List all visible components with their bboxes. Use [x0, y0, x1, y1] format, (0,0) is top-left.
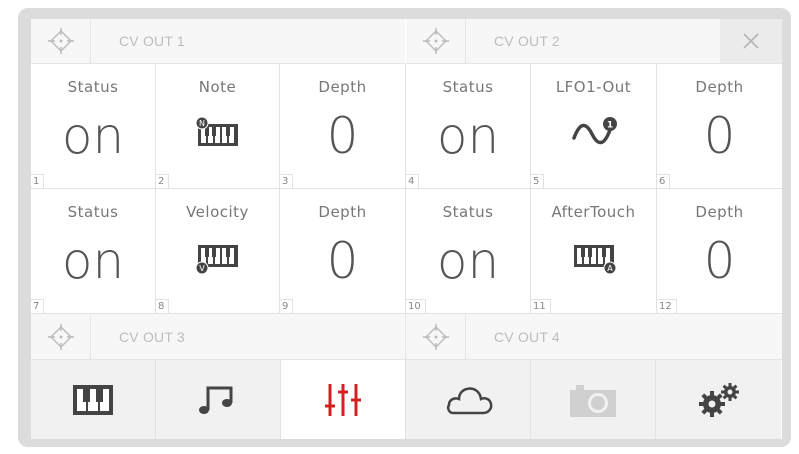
cv-out-4-header[interactable]: CV OUT 4	[406, 314, 782, 360]
param-cell-1[interactable]: Status on 1	[31, 64, 156, 189]
param-number: 7	[31, 299, 45, 313]
param-value: on	[61, 107, 125, 165]
param-cell-12[interactable]: Depth 0 12	[657, 189, 782, 314]
param-cell-4[interactable]: Status on 4	[406, 64, 531, 189]
crosshair-diamond-icon	[406, 19, 466, 63]
crosshair-diamond-icon	[31, 314, 91, 359]
close-icon	[743, 33, 759, 49]
param-label: Velocity	[186, 203, 249, 221]
sine-wave-lfo1-icon: 1	[531, 116, 656, 150]
param-cell-5[interactable]: LFO1-Out 1 5	[531, 64, 657, 189]
param-number: 11	[531, 299, 551, 313]
svg-text:A: A	[607, 264, 613, 273]
param-label: Status	[67, 203, 119, 221]
cv-out-1-header[interactable]: CV OUT 1	[31, 19, 405, 64]
nav-keyboard-button[interactable]	[31, 360, 156, 439]
cv-out-4-title: CV OUT 4	[494, 328, 560, 345]
param-cell-8[interactable]: Velocity V 8	[156, 189, 280, 314]
nav-mixer-button[interactable]	[281, 360, 406, 439]
music-notes-icon	[199, 386, 233, 414]
param-label: LFO1-Out	[555, 78, 632, 96]
camera-icon	[570, 384, 616, 417]
param-value: 0	[703, 107, 736, 165]
keyboard-velocity-icon: V	[156, 241, 279, 275]
param-cell-10[interactable]: Status on 10	[406, 189, 531, 314]
cv-out-2-header[interactable]: CV OUT 2	[406, 19, 782, 64]
bottom-nav	[31, 360, 782, 439]
cv-out-3-title: CV OUT 3	[119, 328, 185, 345]
keyboard-note-icon: N	[156, 116, 279, 150]
cv-out-1-title: CV OUT 1	[119, 33, 185, 49]
nav-cloud-button[interactable]	[406, 360, 531, 439]
param-number: 4	[406, 174, 420, 188]
param-label: Depth	[318, 78, 367, 96]
param-number: 10	[406, 299, 426, 313]
param-label: Status	[442, 203, 494, 221]
param-cell-6[interactable]: Depth 0 6	[657, 64, 782, 189]
param-value: 0	[703, 232, 736, 290]
gears-icon	[698, 382, 739, 417]
close-button[interactable]	[720, 19, 782, 63]
crosshair-diamond-icon	[31, 19, 91, 63]
param-cell-2[interactable]: Note N 2	[156, 64, 280, 189]
param-label: Depth	[318, 203, 367, 221]
mixer-sliders-icon	[325, 383, 361, 416]
param-number: 8	[156, 299, 170, 313]
param-value: 0	[326, 232, 359, 290]
param-number: 2	[156, 174, 170, 188]
param-number: 9	[280, 299, 294, 313]
param-number: 3	[280, 174, 294, 188]
param-label: AfterTouch	[551, 203, 636, 221]
cv-out-2-title: CV OUT 2	[494, 33, 560, 49]
param-label: Status	[442, 78, 494, 96]
keyboard-aftertouch-icon: A	[531, 241, 656, 275]
param-number: 12	[657, 299, 677, 313]
nav-settings-button[interactable]	[656, 360, 781, 439]
param-label: Note	[198, 78, 237, 96]
crosshair-diamond-icon	[406, 314, 466, 359]
param-cell-3[interactable]: Depth 0 3	[280, 64, 406, 189]
device-frame: CV OUT 1 CV OUT 2 Status on 1 Note N 2 D…	[18, 8, 791, 447]
param-value: on	[436, 232, 500, 290]
param-number: 5	[531, 174, 545, 188]
param-value: 0	[326, 107, 359, 165]
cloud-icon	[446, 386, 493, 414]
param-number: 1	[31, 174, 45, 188]
nav-camera-button[interactable]	[531, 360, 656, 439]
param-cell-7[interactable]: Status on 7	[31, 189, 156, 314]
param-label: Depth	[695, 203, 744, 221]
param-value: on	[61, 232, 125, 290]
svg-text:N: N	[199, 119, 205, 128]
piano-keys-icon	[73, 384, 113, 415]
nav-sequencer-button[interactable]	[156, 360, 281, 439]
param-cell-11[interactable]: AfterTouch A 11	[531, 189, 657, 314]
svg-text:1: 1	[606, 121, 612, 131]
svg-text:V: V	[199, 264, 205, 273]
param-value: on	[436, 107, 500, 165]
cv-out-3-header[interactable]: CV OUT 3	[31, 314, 406, 360]
param-label: Status	[67, 78, 119, 96]
screen: CV OUT 1 CV OUT 2 Status on 1 Note N 2 D…	[31, 19, 782, 439]
param-cell-9[interactable]: Depth 0 9	[280, 189, 406, 314]
param-label: Depth	[695, 78, 744, 96]
param-number: 6	[657, 174, 671, 188]
